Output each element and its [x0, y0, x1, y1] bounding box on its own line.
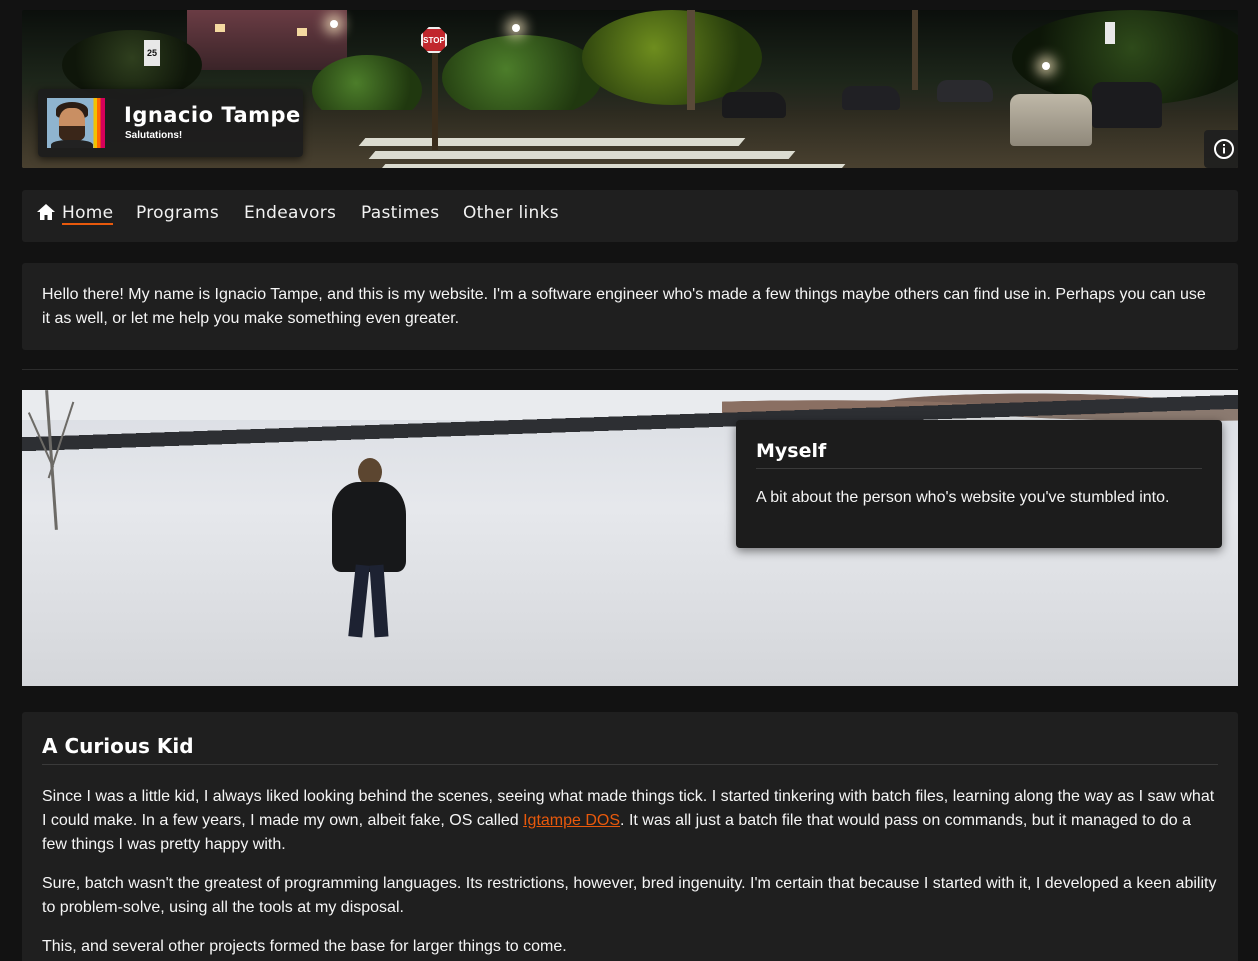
section-divider [22, 369, 1238, 370]
person-silhouette [332, 482, 406, 572]
article-title: A Curious Kid [42, 734, 1218, 765]
home-icon [37, 204, 55, 220]
myself-title: Myself [756, 440, 1202, 469]
nav-item-endeavors[interactable]: Endeavors [244, 203, 336, 223]
info-button[interactable] [1204, 130, 1238, 168]
igtampe-dos-link[interactable]: Igtampe DOS [523, 812, 620, 829]
intro-section: Hello there! My name is Ignacio Tampe, a… [22, 263, 1238, 350]
banner-house [187, 10, 347, 70]
main-nav: Home Programs Endeavors Pastimes Other l… [22, 190, 1238, 242]
article-paragraph-1: Since I was a little kid, I always liked… [42, 788, 1215, 853]
site-owner-name: Ignacio Tampe [124, 103, 301, 127]
stop-sign: STOP [421, 27, 447, 53]
myself-card[interactable]: Myself A bit about the person who's webs… [736, 420, 1222, 548]
profile-card[interactable]: Ignacio Tampe Salutations! [38, 89, 303, 157]
article-paragraph-3: This, and several other projects formed … [42, 938, 567, 955]
speed-limit-sign: 25 [144, 40, 160, 66]
nav-item-programs[interactable]: Programs [136, 203, 219, 223]
avatar [47, 98, 105, 148]
intro-text: Hello there! My name is Ignacio Tampe, a… [42, 286, 1206, 327]
myself-description: A bit about the person who's website you… [756, 489, 1170, 506]
nav-item-pastimes[interactable]: Pastimes [361, 203, 439, 223]
nav-label-home: Home [62, 203, 114, 225]
info-icon [1214, 139, 1234, 159]
site-tagline: Salutations! [125, 130, 183, 141]
nav-item-home[interactable]: Home [36, 203, 114, 225]
nav-item-other-links[interactable]: Other links [463, 203, 559, 223]
article-section: A Curious Kid Since I was a little kid, … [22, 712, 1238, 961]
article-paragraph-2: Sure, batch wasn't the greatest of progr… [42, 875, 1217, 916]
